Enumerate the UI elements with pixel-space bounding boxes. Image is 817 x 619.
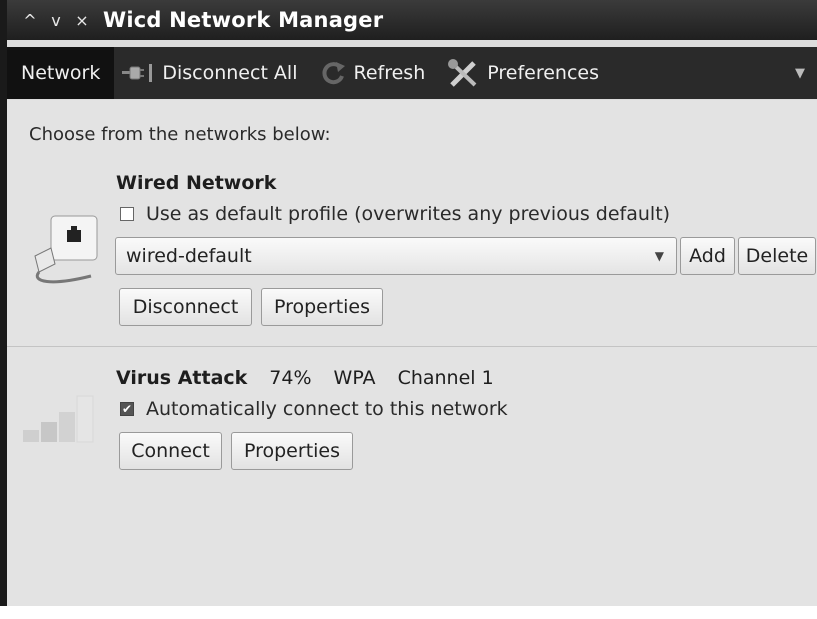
default-profile-checkbox-row[interactable]: Use as default profile (overwrites any p… <box>120 203 670 225</box>
delete-profile-button[interactable]: Delete <box>738 237 816 275</box>
dropdown-arrow-icon: ▼ <box>654 249 664 263</box>
wired-properties-button[interactable]: Properties <box>261 288 383 326</box>
signal-strength-text: 74% <box>269 367 312 389</box>
connect-button[interactable]: Connect <box>119 432 222 470</box>
refresh-label: Refresh <box>353 62 426 84</box>
close-button[interactable]: × <box>69 11 95 30</box>
toolbar: Network Disconnect All Refresh Preferenc… <box>7 47 817 99</box>
minimize-button[interactable]: v <box>43 11 69 30</box>
wired-profile-value: wired-default <box>126 245 252 267</box>
wicd-window: ^ v × Wicd Network Manager Network Disco… <box>0 0 817 606</box>
disconnect-button[interactable]: Disconnect <box>119 288 252 326</box>
section-divider <box>7 346 817 347</box>
disconnect-all-button[interactable]: Disconnect All <box>114 47 303 99</box>
default-profile-label: Use as default profile (overwrites any p… <box>146 203 671 225</box>
wireless-network-name: Virus Attack <box>116 367 248 389</box>
wireless-properties-button[interactable]: Properties <box>231 432 353 470</box>
maximize-button[interactable]: ^ <box>17 11 43 30</box>
autoconnect-label: Automatically connect to this network <box>146 398 508 420</box>
wired-network-icon <box>21 208 105 296</box>
autoconnect-checkbox-row[interactable]: ✔ Automatically connect to this network <box>120 398 508 420</box>
autoconnect-checkbox[interactable]: ✔ <box>120 402 134 416</box>
window-title: Wicd Network Manager <box>103 8 384 32</box>
signal-strength-icon <box>21 390 105 450</box>
wired-profile-select[interactable]: wired-default ▼ <box>115 237 677 275</box>
intro-text: Choose from the networks below: <box>29 124 331 145</box>
title-bar: ^ v × Wicd Network Manager <box>7 0 817 40</box>
network-label: Network <box>21 62 101 84</box>
add-profile-button[interactable]: Add <box>680 237 735 275</box>
default-profile-checkbox[interactable] <box>120 207 134 221</box>
network-menu-button[interactable]: Network <box>7 47 115 99</box>
preferences-button[interactable]: Preferences <box>441 47 605 99</box>
refresh-button[interactable]: Refresh <box>314 47 432 99</box>
disconnect-all-label: Disconnect All <box>162 62 298 84</box>
channel-text: Channel 1 <box>397 367 494 389</box>
wired-network-title: Wired Network <box>116 172 277 194</box>
toolbar-overflow-icon[interactable]: ▼ <box>795 66 805 81</box>
wireless-network-info: Virus Attack 74% WPA Channel 1 <box>116 367 516 389</box>
tools-icon <box>447 58 481 88</box>
refresh-icon <box>320 60 348 86</box>
preferences-label: Preferences <box>487 62 600 84</box>
security-type-text: WPA <box>333 367 376 389</box>
network-list: Choose from the networks below: Wired Ne… <box>7 100 817 606</box>
plug-icon <box>120 61 156 85</box>
wired-network-heading: Wired Network <box>116 172 276 194</box>
